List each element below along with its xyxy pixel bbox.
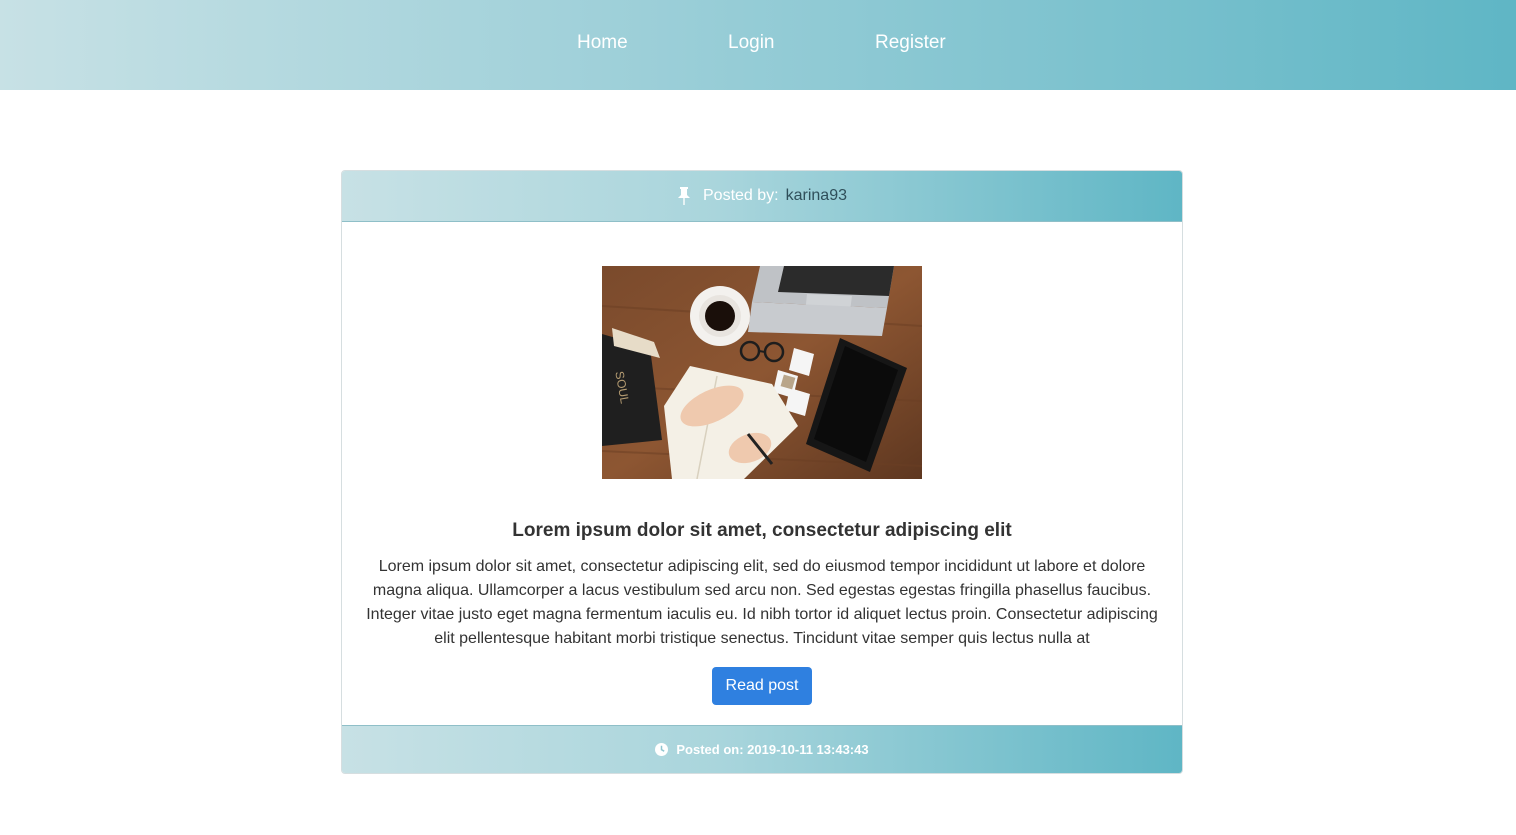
top-navbar: Home Login Register: [0, 0, 1516, 90]
post-card-footer: Posted on: 2019-10-11 13:43:43: [342, 725, 1182, 773]
clock-icon: [655, 743, 669, 756]
post-title: Lorem ipsum dolor sit amet, consectetur …: [512, 520, 1012, 541]
nav-register-link[interactable]: Register: [875, 31, 946, 55]
post-card-header: Posted by: karina93: [342, 171, 1182, 222]
post-card: Posted by: karina93 SOUL Lorem ipsum dol…: [341, 170, 1183, 774]
posted-by-label: Posted by:: [703, 187, 779, 204]
posted-on-text: Posted on: 2019-10-11 13:43:43: [676, 742, 869, 757]
nav-login-link[interactable]: Login: [728, 31, 775, 55]
post-excerpt: Lorem ipsum dolor sit amet, consectetur …: [366, 558, 1158, 647]
post-author[interactable]: karina93: [786, 187, 847, 205]
nav-home-link[interactable]: Home: [577, 31, 628, 55]
post-image: SOUL: [602, 266, 922, 479]
pin-icon: [677, 187, 691, 205]
read-post-button[interactable]: Read post: [712, 667, 812, 705]
